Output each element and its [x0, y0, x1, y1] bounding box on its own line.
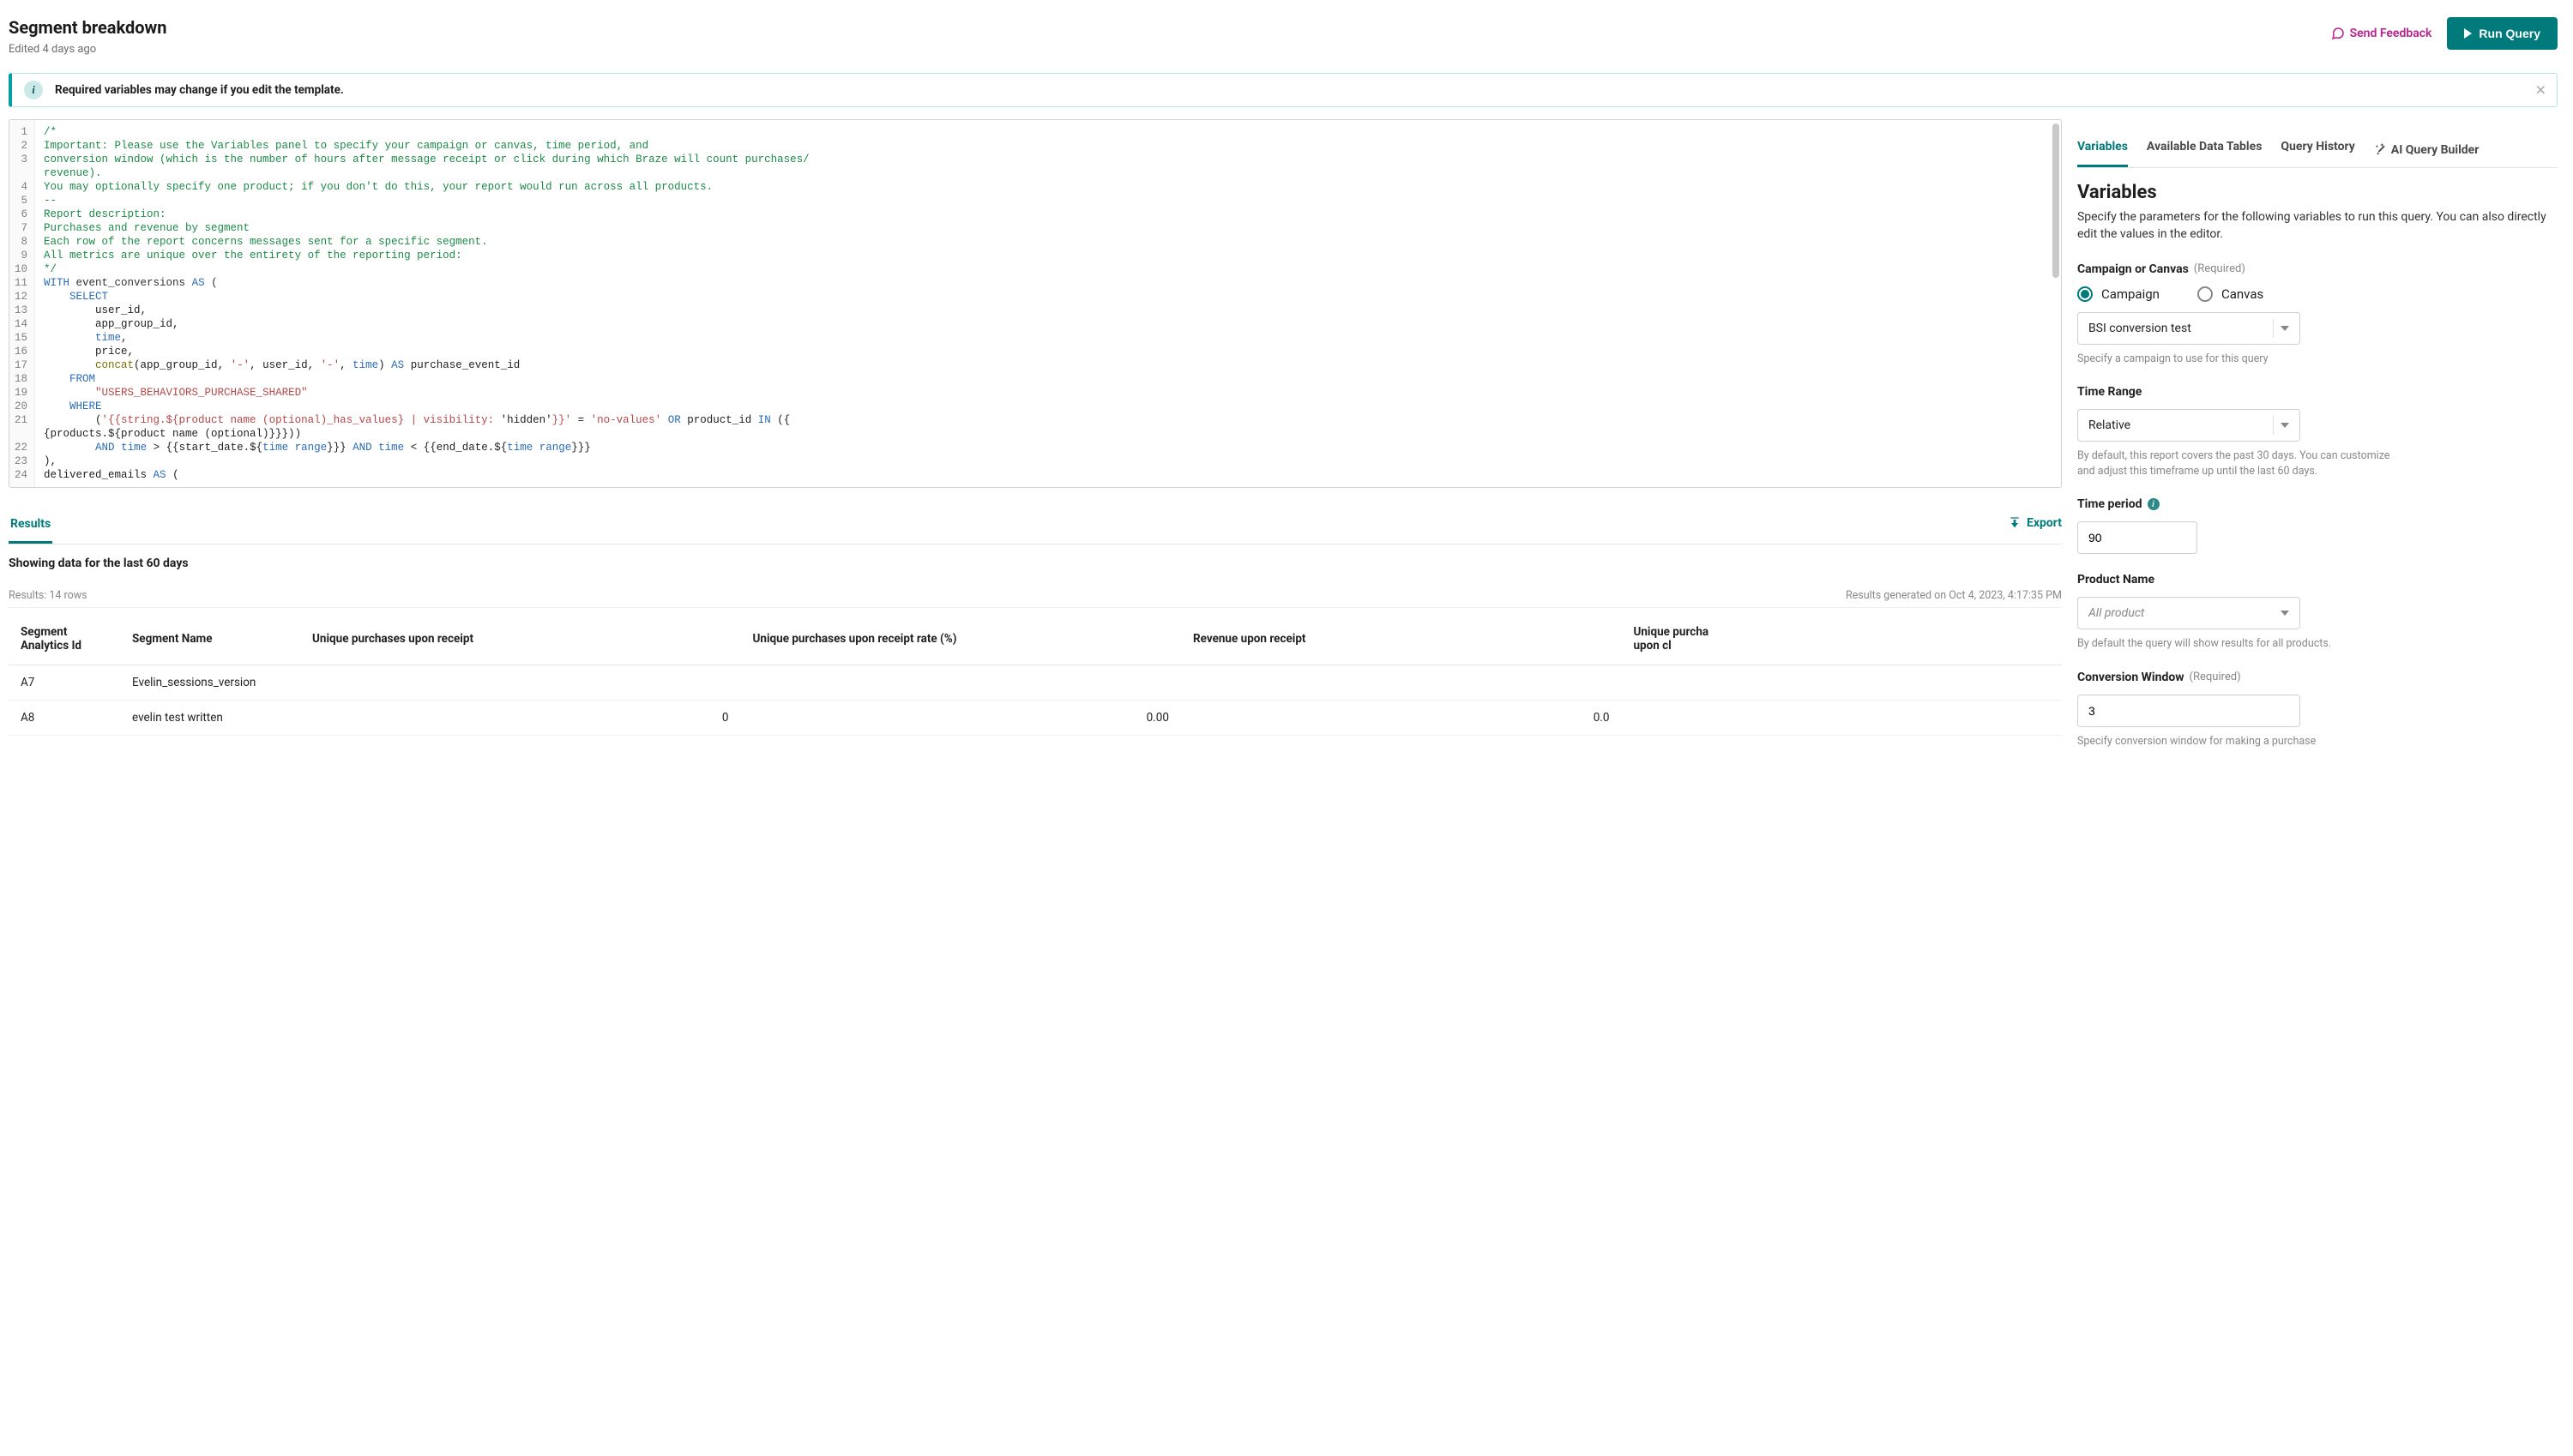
- col-upr-rate[interactable]: Unique purchases upon receipt rate (%): [740, 613, 1180, 665]
- results-generated: Results generated on Oct 4, 2023, 4:17:3…: [1846, 589, 2062, 602]
- chevron-down-icon: [2281, 423, 2289, 428]
- time-range-helper: By default, this report covers the past …: [2077, 448, 2403, 478]
- editor-scrollbar[interactable]: [2052, 123, 2059, 278]
- panel-desc: Specify the parameters for the following…: [2077, 208, 2558, 244]
- chevron-down-icon: [2281, 611, 2289, 616]
- results-subtitle: Showing data for the last 60 days: [9, 557, 2062, 570]
- col-revenue[interactable]: Revenue upon receipt: [1181, 613, 1621, 665]
- col-upc[interactable]: Unique purchaupon cl: [1621, 613, 2061, 665]
- conversion-window-input[interactable]: [2077, 695, 2300, 727]
- edited-timestamp: Edited 4 days ago: [9, 43, 166, 56]
- export-button[interactable]: Export: [2008, 516, 2062, 538]
- tab-available-data[interactable]: Available Data Tables: [2147, 136, 2262, 167]
- campaign-helper: Specify a campaign to use for this query: [2077, 352, 2558, 367]
- send-feedback-link[interactable]: Send Feedback: [2331, 27, 2432, 40]
- table-row[interactable]: A7Evelin_sessions_version: [9, 665, 2062, 701]
- info-icon: i: [24, 81, 43, 99]
- label-campaign-canvas: Campaign or Canvas: [2077, 262, 2189, 276]
- label-time-range: Time Range: [2077, 385, 2558, 399]
- label-product: Product Name: [2077, 573, 2558, 587]
- panel-title: Variables: [2077, 182, 2558, 203]
- wand-icon: [2374, 141, 2388, 159]
- label-time-period: Time period: [2077, 497, 2142, 511]
- chevron-down-icon: [2281, 326, 2289, 331]
- results-tab[interactable]: Results: [9, 510, 52, 544]
- col-segment-name[interactable]: Segment Name: [120, 613, 300, 665]
- run-query-button[interactable]: Run Query: [2447, 17, 2558, 50]
- close-icon[interactable]: ✕: [2535, 82, 2546, 99]
- chat-icon: [2331, 27, 2345, 40]
- tab-query-history[interactable]: Query History: [2281, 136, 2354, 167]
- results-rowcount: Results: 14 rows: [9, 589, 87, 602]
- time-period-input[interactable]: [2077, 521, 2197, 554]
- conversion-helper: Specify conversion window for making a p…: [2077, 734, 2558, 749]
- label-conversion-window: Conversion Window: [2077, 671, 2184, 684]
- table-row[interactable]: A8evelin test written00.000.0: [9, 701, 2062, 736]
- download-icon: [2008, 516, 2022, 530]
- results-table: Segment Analytics Id Segment Name Unique…: [9, 613, 2062, 736]
- product-select[interactable]: All product: [2077, 597, 2300, 629]
- play-icon: [2464, 28, 2472, 39]
- panel-tabs: Variables Available Data Tables Query Hi…: [2077, 136, 2558, 168]
- radio-icon: [2077, 286, 2093, 302]
- campaign-select[interactable]: BSI conversion test: [2077, 312, 2300, 345]
- sql-editor[interactable]: 123456789101112131415161718192021222324 …: [9, 119, 2062, 488]
- tab-ai-builder[interactable]: AI Query Builder: [2374, 136, 2480, 167]
- tab-variables[interactable]: Variables: [2077, 136, 2128, 167]
- info-banner: i Required variables may change if you e…: [9, 73, 2558, 107]
- radio-canvas[interactable]: Canvas: [2197, 286, 2263, 302]
- radio-icon: [2197, 286, 2213, 302]
- col-segment-id[interactable]: Segment Analytics Id: [9, 613, 120, 665]
- info-icon[interactable]: i: [2148, 498, 2160, 510]
- info-message: Required variables may change if you edi…: [55, 83, 344, 97]
- time-range-select[interactable]: Relative: [2077, 409, 2300, 442]
- col-upr[interactable]: Unique purchases upon receipt: [300, 613, 740, 665]
- page-title: Segment breakdown: [9, 17, 166, 38]
- product-helper: By default the query will show results f…: [2077, 636, 2558, 652]
- radio-campaign[interactable]: Campaign: [2077, 286, 2160, 302]
